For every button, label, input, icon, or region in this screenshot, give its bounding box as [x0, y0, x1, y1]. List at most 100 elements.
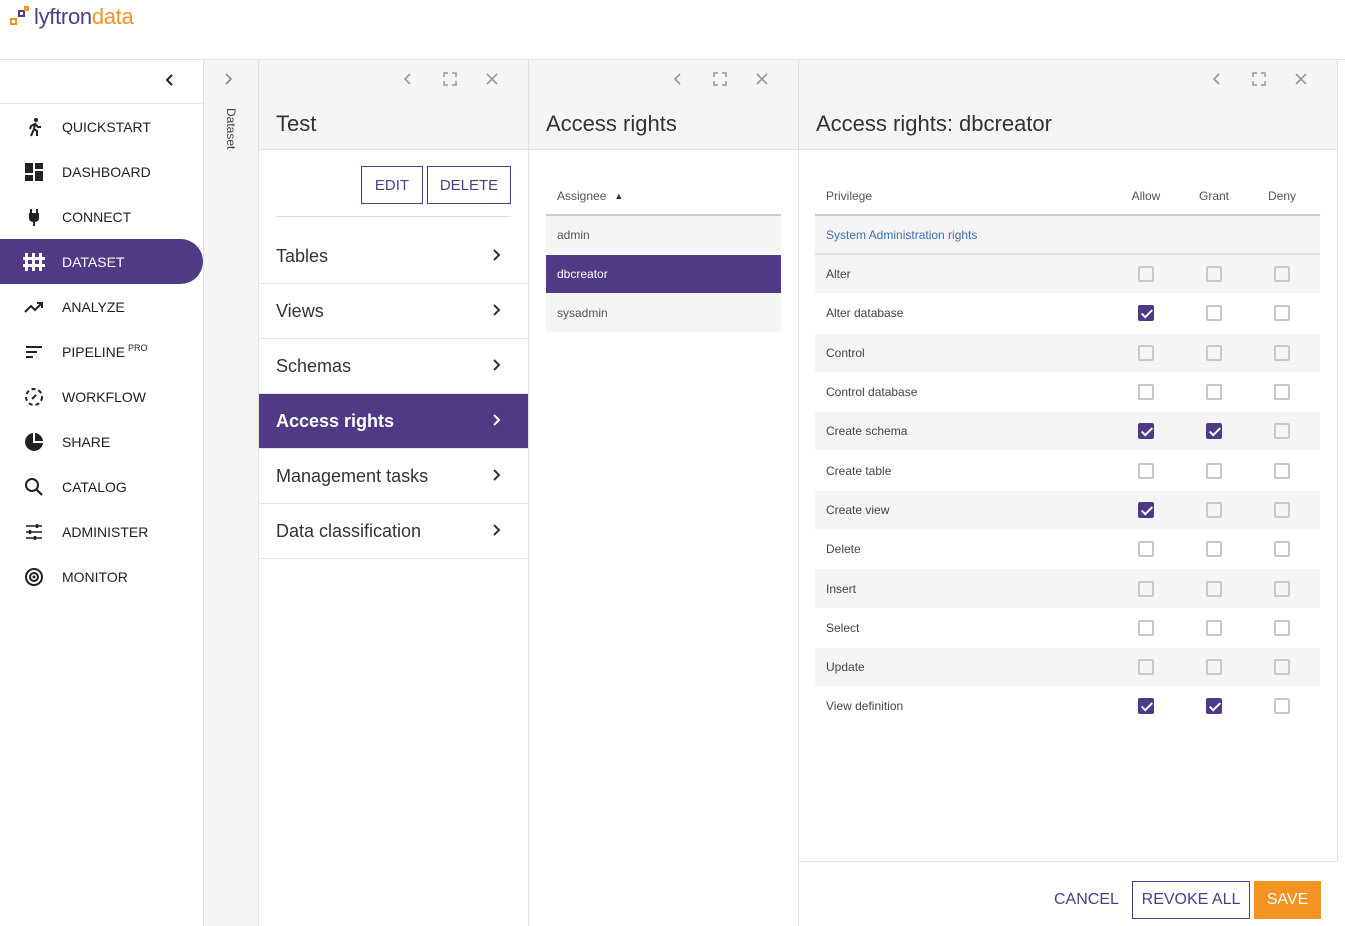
cancel-button[interactable]: CANCEL: [1054, 881, 1119, 919]
privilege-name: Control database: [826, 385, 918, 400]
monitor-icon: [22, 565, 46, 589]
deny-checkbox[interactable]: [1274, 501, 1290, 518]
privilege-row: Insert: [815, 569, 1320, 609]
grant-checkbox[interactable]: [1206, 305, 1222, 322]
menu-item-tables[interactable]: Tables: [259, 229, 528, 284]
maximize-icon[interactable]: [1249, 72, 1269, 91]
allow-cell: [1111, 423, 1181, 440]
assignee-row[interactable]: dbcreator: [546, 255, 781, 294]
sidebar-item-catalog[interactable]: CATALOG: [0, 464, 203, 509]
allow-checkbox[interactable]: [1138, 266, 1154, 283]
deny-checkbox[interactable]: [1274, 344, 1290, 361]
menu-item-label: Views: [276, 300, 324, 321]
allow-checkbox[interactable]: [1138, 659, 1154, 676]
chevron-right-icon: [491, 356, 503, 377]
edit-button[interactable]: EDIT: [361, 166, 423, 204]
privilege-row: Control database: [815, 373, 1320, 413]
delete-button[interactable]: DELETE: [427, 166, 511, 204]
grant-checkbox[interactable]: [1206, 501, 1222, 518]
menu-item-data-classification[interactable]: Data classification: [259, 504, 528, 559]
deny-checkbox[interactable]: [1274, 698, 1290, 715]
sidebar-item-label: CONNECT: [62, 208, 132, 225]
privilege-row: Alter database: [815, 294, 1320, 334]
sidebar-item-share[interactable]: SHARE: [0, 419, 203, 464]
deny-cell: [1247, 541, 1317, 558]
deny-cell: [1247, 384, 1317, 401]
deny-checkbox[interactable]: [1274, 462, 1290, 479]
deny-checkbox[interactable]: [1274, 266, 1290, 283]
menu-item-label: Access rights: [276, 410, 395, 431]
sidebar-item-dataset[interactable]: DATASET: [0, 239, 203, 284]
close-icon[interactable]: [1291, 72, 1311, 91]
panel-title: Access rights: [546, 111, 677, 136]
deny-checkbox[interactable]: [1274, 619, 1290, 636]
chevron-left-icon[interactable]: [1207, 72, 1227, 91]
allow-checkbox[interactable]: [1138, 462, 1154, 479]
deny-cell: [1247, 344, 1317, 361]
save-button[interactable]: SAVE: [1254, 881, 1321, 919]
maximize-icon[interactable]: [710, 72, 730, 91]
close-icon[interactable]: [482, 72, 502, 91]
assignee-row[interactable]: sysadmin: [546, 294, 781, 333]
grant-checkbox[interactable]: [1206, 580, 1222, 597]
sidebar-item-monitor[interactable]: MONITOR: [0, 554, 203, 599]
chevron-left-icon[interactable]: [398, 72, 418, 91]
grant-checkbox[interactable]: [1206, 384, 1222, 401]
deny-checkbox[interactable]: [1274, 384, 1290, 401]
allow-checkbox[interactable]: [1138, 384, 1154, 401]
grant-cell: [1181, 384, 1247, 401]
allow-checkbox[interactable]: [1138, 501, 1154, 518]
revoke-all-button[interactable]: REVOKE ALL: [1132, 881, 1250, 919]
deny-checkbox[interactable]: [1274, 423, 1290, 440]
menu-item-access-rights[interactable]: Access rights: [259, 394, 528, 449]
maximize-icon[interactable]: [440, 72, 460, 91]
menu-item-views[interactable]: Views: [259, 284, 528, 339]
sidebar-item-pipeline[interactable]: PIPELINE PRO: [0, 329, 203, 374]
deny-checkbox[interactable]: [1274, 580, 1290, 597]
allow-checkbox[interactable]: [1138, 698, 1154, 715]
panel-access-rights-detail: Access rights: dbcreator Privilege Allow…: [799, 60, 1338, 926]
grant-checkbox[interactable]: [1206, 423, 1222, 440]
allow-checkbox[interactable]: [1138, 423, 1154, 440]
deny-checkbox[interactable]: [1274, 659, 1290, 676]
grant-checkbox[interactable]: [1206, 619, 1222, 636]
allow-cell: [1111, 384, 1181, 401]
grant-checkbox[interactable]: [1206, 698, 1222, 715]
grant-checkbox[interactable]: [1206, 344, 1222, 361]
grant-checkbox[interactable]: [1206, 541, 1222, 558]
allow-checkbox[interactable]: [1138, 619, 1154, 636]
allow-checkbox[interactable]: [1138, 580, 1154, 597]
menu-item-schemas[interactable]: Schemas: [259, 339, 528, 394]
chevron-right-icon[interactable]: [223, 72, 235, 91]
assignee-column-header[interactable]: Assignee ▲: [546, 178, 781, 216]
sidebar-item-administer[interactable]: ADMINISTER: [0, 509, 203, 554]
deny-checkbox[interactable]: [1274, 305, 1290, 322]
pro-badge: PRO: [128, 342, 148, 353]
privilege-name: Select: [826, 620, 860, 635]
grant-checkbox[interactable]: [1206, 266, 1222, 283]
sidebar-item-connect[interactable]: CONNECT: [0, 194, 203, 239]
grant-checkbox[interactable]: [1206, 659, 1222, 676]
grant-checkbox[interactable]: [1206, 462, 1222, 479]
chevron-left-icon[interactable]: [668, 72, 688, 91]
close-icon[interactable]: [752, 72, 772, 91]
sidebar-item-analyze[interactable]: ANALYZE: [0, 284, 203, 329]
menu-item-management-tasks[interactable]: Management tasks: [259, 449, 528, 504]
collapse-sidebar-button[interactable]: [160, 70, 180, 90]
sliders-icon: [22, 520, 46, 544]
dataset-strip[interactable]: Dataset: [203, 60, 259, 926]
sidebar-item-quickstart[interactable]: QUICKSTART: [0, 104, 203, 149]
deny-checkbox[interactable]: [1274, 541, 1290, 558]
assignee-row[interactable]: admin: [546, 216, 781, 255]
deny-cell: [1247, 619, 1317, 636]
allow-checkbox[interactable]: [1138, 344, 1154, 361]
privilege-row: Create view: [815, 490, 1320, 531]
allow-checkbox[interactable]: [1138, 541, 1154, 558]
sidebar-item-workflow[interactable]: WORKFLOW: [0, 374, 203, 419]
allow-checkbox[interactable]: [1138, 305, 1154, 322]
allow-cell: [1111, 501, 1181, 518]
sidebar-item-dashboard[interactable]: DASHBOARD: [0, 149, 203, 194]
panel-footer: CANCEL REVOKE ALL SAVE: [799, 861, 1338, 926]
lyftron-logo[interactable]: lyftrondata: [10, 2, 134, 32]
privilege-group-label: System Administration rights: [815, 216, 1320, 255]
